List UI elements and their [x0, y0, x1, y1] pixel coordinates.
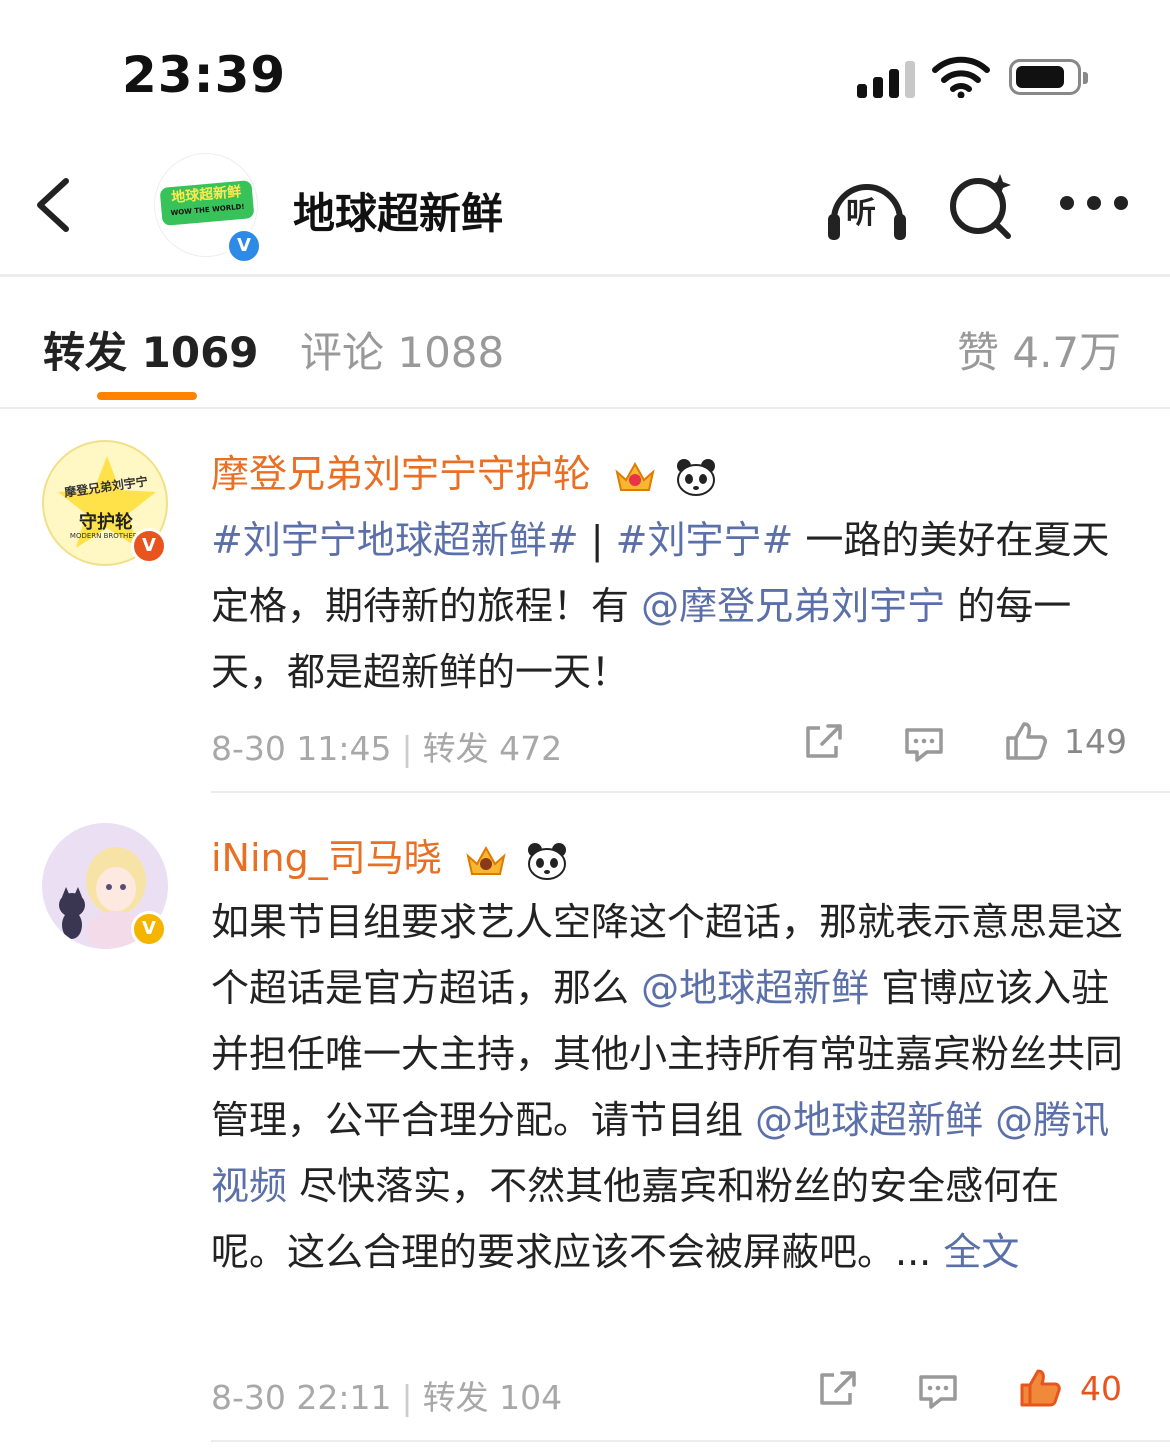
repost-count: 转发 104 — [422, 1378, 563, 1417]
post-meta: 8-30 11:45 | 转发 472 — [211, 729, 563, 768]
comment-icon[interactable] — [903, 724, 945, 764]
hashtag-link[interactable]: #刘宇宁地球超新鲜# — [211, 518, 579, 562]
post-time: 8-30 22:11 — [211, 1378, 392, 1417]
like-icon[interactable] — [1004, 720, 1048, 762]
post-content: 如果节目组要求艺人空降这个超话，那就表示意思是这个超话是官方超话，那么 @地球超… — [211, 900, 1124, 1274]
like-count: 149 — [1064, 722, 1127, 761]
repost-item[interactable]: V iNing_司马晓 如果节目组要求艺人空降这个超话，那就表示意思是这个超话是… — [0, 795, 1170, 1451]
repost-item[interactable]: 摩登兄弟刘宇宁 守护轮 MODERN BROTHERS V 摩登兄弟刘宇宁守护轮… — [0, 410, 1170, 795]
verified-badge-icon: V — [226, 228, 262, 264]
cellular-signal-icon — [857, 60, 915, 98]
comment-icon[interactable] — [917, 1371, 959, 1411]
username[interactable]: iNing_司马晓 — [211, 827, 568, 882]
verified-badge-icon: V — [131, 528, 167, 564]
post-content: #刘宇宁地球超新鲜# | #刘宇宁# 一路的美好在夏天定格，期待新的旅程！有 @… — [211, 518, 1110, 694]
crown-badge-icon — [466, 845, 506, 875]
post-meta: 8-30 22:11 | 转发 104 — [211, 1378, 563, 1417]
read-more-link[interactable]: 全文 — [943, 1230, 1019, 1274]
username[interactable]: 摩登兄弟刘宇宁守护轮 — [211, 443, 717, 498]
wifi-icon — [932, 56, 990, 98]
divider — [211, 1440, 1170, 1442]
crown-badge-icon — [615, 461, 655, 491]
search-icon[interactable] — [948, 172, 1014, 242]
divider — [211, 791, 1170, 793]
tab-comments[interactable]: 评论 1088 — [300, 319, 504, 380]
repost-count: 转发 472 — [422, 729, 563, 768]
mention-link[interactable]: @地球超新鲜 — [641, 966, 869, 1010]
account-logo: 地球超新鲜 WOW THE WORLD! — [159, 180, 255, 226]
tab-reposts[interactable]: 转发 1069 — [43, 319, 259, 380]
status-bar: 23:39 — [0, 0, 1170, 140]
tab-likes[interactable]: 赞 4.7万 — [957, 319, 1121, 380]
page-title: 地球超新鲜 — [293, 189, 504, 238]
battery-icon — [1009, 59, 1088, 95]
share-icon[interactable] — [816, 1369, 858, 1409]
top-nav-bar: 地球超新鲜 WOW THE WORLD! V 地球超新鲜 听 — [0, 140, 1170, 277]
post-time: 8-30 11:45 — [211, 729, 392, 768]
panda-badge-icon — [677, 458, 716, 496]
share-icon[interactable] — [802, 722, 844, 762]
back-arrow-icon[interactable] — [30, 175, 80, 235]
active-tab-indicator — [97, 392, 197, 400]
status-time: 23:39 — [122, 46, 287, 104]
mention-link[interactable]: @摩登兄弟刘宇宁 — [641, 584, 945, 628]
tab-bar: 转发 1069 评论 1088 赞 4.7万 — [0, 277, 1170, 409]
more-options-icon[interactable] — [1060, 196, 1130, 216]
hashtag-link[interactable]: #刘宇宁# — [616, 518, 794, 562]
like-icon[interactable] — [1018, 1367, 1062, 1409]
listen-button[interactable]: 听 — [826, 174, 908, 242]
listen-label: 听 — [846, 196, 876, 231]
mention-link[interactable]: @地球超新鲜 — [755, 1098, 983, 1142]
like-count: 40 — [1080, 1369, 1122, 1408]
panda-badge-icon — [527, 842, 566, 880]
verified-badge-icon: V — [131, 911, 167, 947]
